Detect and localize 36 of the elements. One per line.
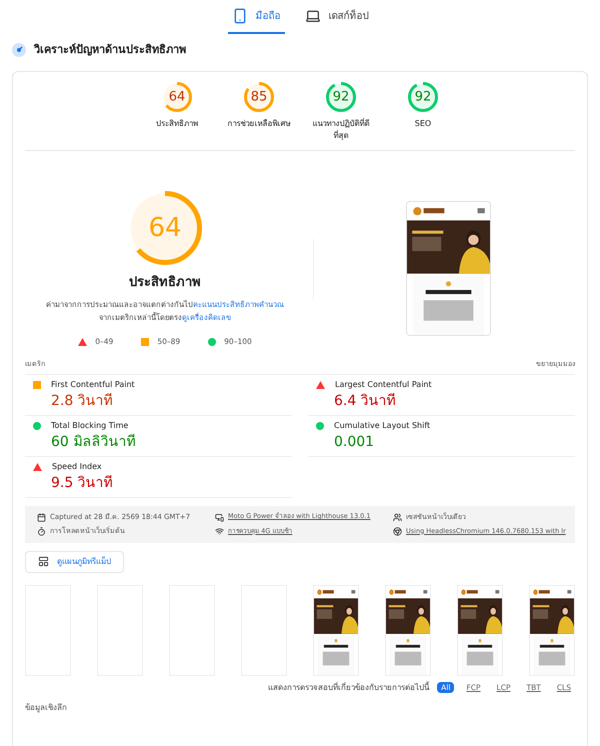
metric-value: 2.8 วินาที xyxy=(50,392,114,411)
score-value: 64 xyxy=(168,89,186,104)
metric-name: Total Blocking Time xyxy=(51,420,128,432)
score-value: 92 xyxy=(332,89,350,104)
gauge-icon xyxy=(12,43,26,58)
calendar-icon xyxy=(37,512,46,522)
users-icon xyxy=(393,512,402,522)
metric-value: 0.001 xyxy=(333,432,376,452)
wifi-icon xyxy=(215,527,224,536)
score-value: 92 xyxy=(414,89,432,104)
device-tab[interactable]: เดสก์ท็อป xyxy=(300,4,372,34)
treemap-button[interactable]: ดูแผนภูมิทรีแม็ป xyxy=(25,550,124,573)
treemap-icon xyxy=(38,556,49,568)
metric-name: Largest Contentful Paint xyxy=(335,378,432,391)
metric-value: 9.5 วินาที xyxy=(50,474,114,493)
category-label: การช่วยเหลือพิเศษ xyxy=(228,118,290,130)
metric-value: 6.4 วินาที xyxy=(333,392,397,411)
device-tab[interactable]: มือถือ xyxy=(228,4,284,34)
browser-icon xyxy=(393,527,402,536)
filter-label: แสดงการตรวจสอบที่เกี่ยวข้องกับรายการต่อไปนี้ xyxy=(268,682,430,694)
category-label: แนวทางปฏิบัติที่ดีที่สุด xyxy=(312,118,370,142)
phone-icon xyxy=(232,8,248,24)
metric-name: Speed Index xyxy=(52,460,102,473)
score-value: 64 xyxy=(148,212,182,242)
section-title: วิเคราะห์ปัญหาด้านประสิทธิภาพ xyxy=(34,42,186,58)
insights-title: ข้อมูลเชิงลึก xyxy=(25,702,68,714)
score-value: 85 xyxy=(250,89,268,104)
metric-name: First Contentful Paint xyxy=(51,378,135,391)
metric-value: 60 มิลลิวินาที xyxy=(50,432,136,452)
laptop-icon xyxy=(304,8,320,24)
category-label: SEO xyxy=(414,118,432,130)
metric-name: Cumulative Layout Shift xyxy=(334,420,430,432)
devices-icon xyxy=(215,512,224,522)
score-title: ประสิทธิภาพ xyxy=(129,274,201,292)
category-label: ประสิทธิภาพ xyxy=(156,118,198,130)
timer-icon xyxy=(37,527,46,536)
